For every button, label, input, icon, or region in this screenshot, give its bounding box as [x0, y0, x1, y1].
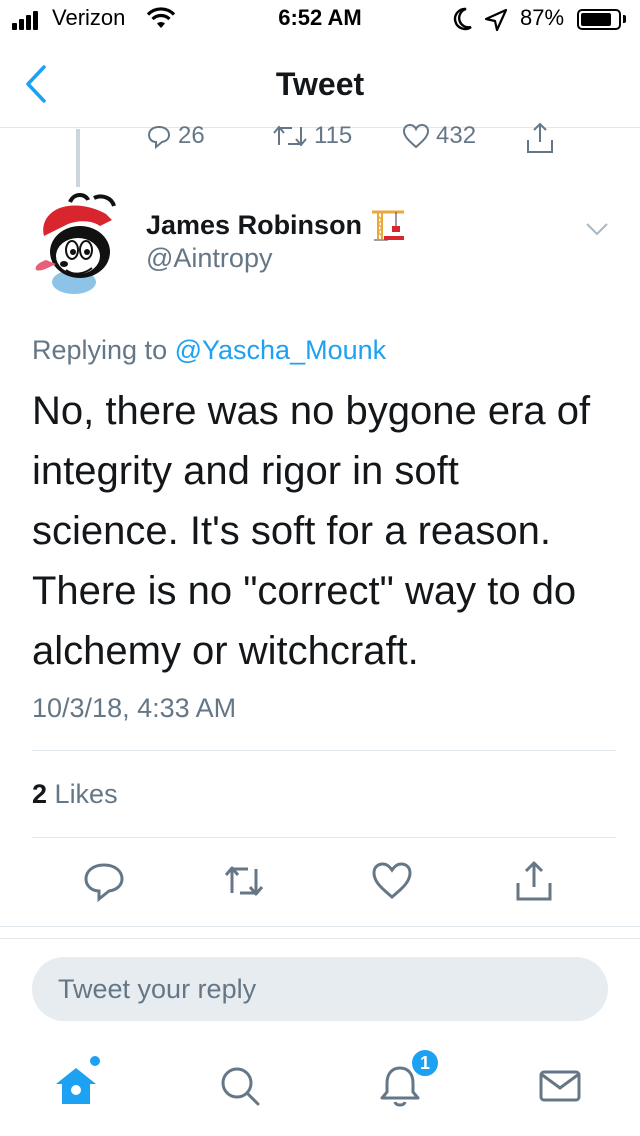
battery-icon — [577, 9, 621, 30]
share-icon — [527, 122, 553, 153]
tweet-timestamp: 10/3/18, 4:33 AM — [32, 693, 237, 723]
divider — [32, 837, 616, 838]
author-row[interactable]: James Robinson — [146, 208, 406, 242]
author-handle[interactable]: @Aintropy — [146, 243, 272, 274]
likes-label: Likes — [54, 779, 118, 809]
notifications-badge: 1 — [410, 1048, 440, 1078]
author-name[interactable]: James Robinson — [146, 210, 362, 241]
messages-icon[interactable] — [536, 1062, 584, 1110]
tab-bar — [0, 1040, 640, 1136]
retweet-button[interactable] — [222, 859, 266, 903]
caret-down-icon[interactable] — [584, 220, 610, 238]
likes-count: 2 — [32, 779, 48, 809]
avatar[interactable] — [22, 190, 132, 300]
retweet-icon — [273, 125, 307, 147]
replying-mention-link[interactable]: @Yascha_Mounk — [175, 335, 387, 365]
reply-input[interactable]: Tweet your reply — [32, 957, 608, 1021]
previous-tweet-actions: 26 115 432 — [0, 122, 640, 154]
prev-retweet-count: 115 — [314, 122, 353, 149]
nav-bar: Tweet — [0, 40, 640, 128]
status-bar: Verizon 6:52 AM 87% — [0, 0, 640, 40]
reply-placeholder: Tweet your reply — [58, 974, 257, 1004]
prev-reply-action[interactable]: 26 — [146, 122, 205, 150]
prev-reply-count: 26 — [178, 122, 205, 149]
battery-percent: 87% — [520, 5, 565, 30]
like-button[interactable] — [370, 859, 414, 903]
prev-retweet-action[interactable]: 115 — [272, 122, 352, 150]
section-separator — [0, 938, 640, 939]
share-button[interactable] — [512, 859, 556, 903]
tweet-text: No, there was no bygone era of integrity… — [32, 389, 591, 673]
replying-prefix: Replying to — [32, 335, 168, 365]
prev-like-action[interactable]: 432 — [402, 122, 476, 150]
reply-icon — [147, 125, 171, 149]
battery-nub — [623, 15, 626, 23]
home-new-indicator — [90, 1056, 100, 1066]
search-icon[interactable] — [216, 1062, 264, 1110]
divider — [32, 750, 616, 751]
location-icon — [484, 8, 508, 32]
likes-summary[interactable]: 2 Likes — [32, 779, 118, 810]
page-title: Tweet — [275, 66, 365, 102]
reply-button[interactable] — [82, 859, 126, 903]
section-separator — [0, 926, 640, 927]
replying-to: Replying to @Yascha_Mounk — [32, 335, 386, 366]
crane-emoji-icon — [372, 210, 405, 241]
like-icon — [402, 123, 430, 149]
prev-share-action[interactable] — [524, 122, 556, 154]
prev-like-count: 432 — [436, 122, 477, 149]
moon-icon — [453, 7, 472, 31]
home-icon[interactable] — [52, 1062, 100, 1110]
